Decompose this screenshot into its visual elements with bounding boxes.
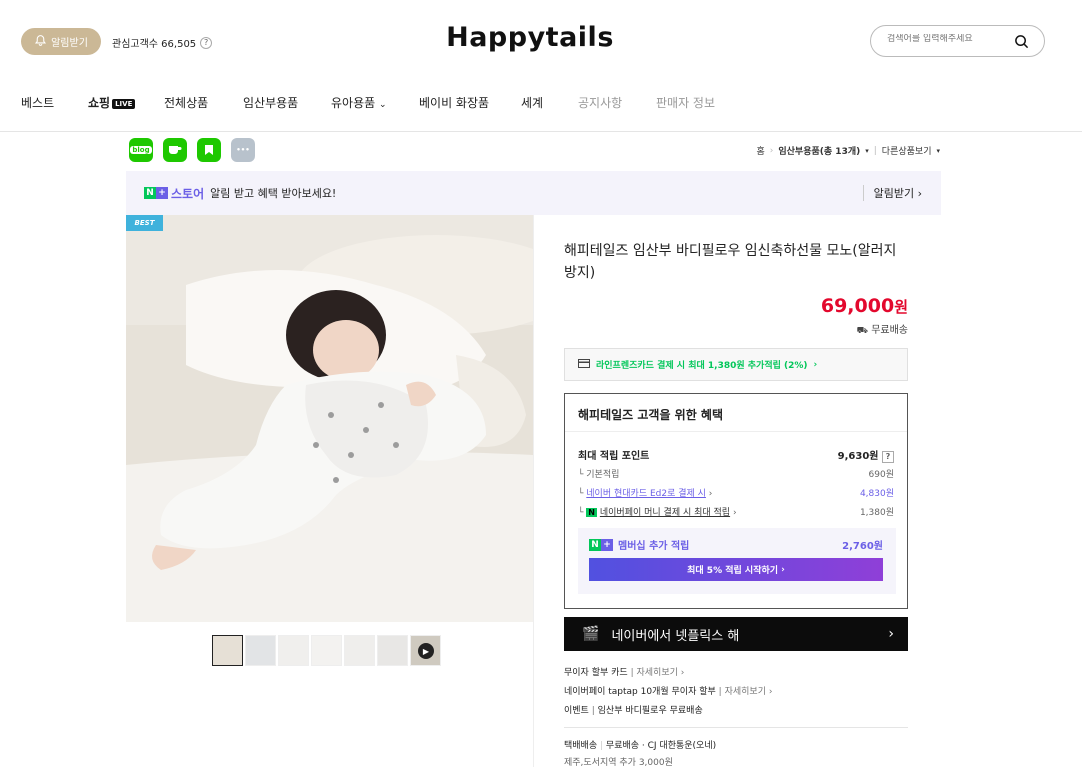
link-row[interactable]: 무이자 할부 카드 | 자세히보기 › (564, 664, 772, 683)
naver-plus-icon: N + (589, 538, 613, 551)
nav-item-best[interactable]: 베스트 (21, 94, 54, 111)
nav-item-shopping-live[interactable]: 쇼핑 LIVE (88, 94, 136, 111)
membership-value: 2,760원 (842, 541, 883, 552)
benefit-row[interactable]: └ 네이버 현대카드 Ed2로 결제 시 › 4,830원 (578, 486, 894, 499)
product-title: 해피테일즈 임산부 바디필로우 임신축하선물 모노(알러지방지) (564, 243, 897, 281)
naver-plus-icon: N + (144, 187, 168, 199)
breadcrumb-separator: › (769, 145, 774, 156)
chevron-right-icon: › (888, 626, 894, 642)
max-points-row: 최대 적립 포인트 9,630원 ? (578, 447, 894, 463)
help-icon[interactable]: ? (200, 36, 213, 49)
best-badge: BEST (126, 215, 163, 231)
thumbnail[interactable] (311, 635, 342, 666)
breadcrumb-other[interactable]: 다른상품보기 (882, 144, 932, 157)
nav-item-maternity[interactable]: 임산부용품 (243, 94, 298, 111)
live-badge: LIVE (112, 98, 136, 109)
nav-item-world[interactable]: 세계 (521, 94, 543, 111)
bell-icon (34, 34, 47, 50)
site-header: 알림받기 관심고객수 66,505 ? Happytails 베스트 쇼핑LIV… (0, 0, 1082, 132)
nav-item-notice[interactable]: 공지사항 (578, 94, 622, 111)
alarm-button[interactable]: 알림받기 (21, 28, 101, 55)
netflix-banner[interactable]: 🎬 네이버에서 넷플릭스 해 › (564, 617, 908, 651)
play-icon: ▶ (418, 643, 434, 659)
help-icon[interactable]: ? (882, 450, 894, 463)
netflix-logo-icon: 🎬 (582, 626, 600, 642)
cafe-share-icon[interactable] (163, 138, 187, 162)
blog-share-icon[interactable]: blog (129, 138, 153, 162)
band-share-icon[interactable] (197, 138, 221, 162)
thumbnail[interactable] (377, 635, 408, 666)
membership-start-button[interactable]: 최대 5% 적립 시작하기 › (589, 558, 883, 581)
more-share-icon[interactable]: ••• (231, 138, 255, 162)
membership-label: 멤버십 추가 적립 (618, 541, 690, 552)
benefit-title: 해피테일즈 고객을 위한 혜택 (565, 394, 907, 432)
video-thumbnail[interactable]: ▶ (410, 635, 441, 666)
link-row[interactable]: 이벤트 | 임산부 바디필로우 무료배송 (564, 702, 772, 721)
banner-brand: 스토어 (171, 186, 205, 201)
search-icon[interactable] (1014, 34, 1029, 53)
alarm-label: 알림받기 (51, 38, 88, 49)
membership-box: N + 멤버십 추가 적립 2,760원 최대 5% 적립 시작하기 › (578, 528, 896, 594)
notify-banner[interactable]: N + 스토어 알림 받고 혜택 받아보세요! 알림받기 › (126, 171, 941, 215)
benefit-links: 무이자 할부 카드 | 자세히보기 › 네이버페이 taptap 10개월 무이… (564, 664, 772, 721)
nav-item-baby[interactable]: 유아용품 ⌄ (331, 94, 387, 111)
product-price: 69,000원 (820, 295, 908, 317)
truck-icon: ⛟ (856, 326, 868, 336)
benefit-row: └ 기본적립 690원 (578, 470, 894, 480)
nav-item-cosmetics[interactable]: 베이비 화장품 (419, 94, 489, 111)
thumbnail[interactable] (212, 635, 243, 666)
caret-down-icon: ▾ (936, 146, 940, 155)
thumbnail-strip: ▶ (212, 635, 441, 666)
search-input[interactable] (887, 34, 1007, 44)
divider (564, 727, 908, 728)
benefit-box: 해피테일즈 고객을 위한 혜택 최대 적립 포인트 9,630원 ? └ 기본적… (564, 393, 908, 609)
chevron-down-icon: ⌄ (379, 100, 387, 110)
breadcrumb-category[interactable]: 임산부용품(총 13개) (778, 144, 860, 157)
card-benefit-link[interactable]: 라인프렌즈카드 결제 시 최대 1,380원 추가적립 (2%) › (564, 348, 908, 381)
nav-item-seller[interactable]: 판매자 정보 (656, 94, 715, 111)
product-main-image[interactable] (126, 215, 533, 622)
search-box[interactable] (870, 25, 1045, 57)
store-logo[interactable]: Happytails (440, 22, 620, 53)
interest-count: 관심고객수 66,505 ? (112, 35, 213, 50)
npay-icon: N (586, 508, 597, 517)
link-row[interactable]: 네이버페이 taptap 10개월 무이자 할부 | 자세히보기 › (564, 683, 772, 702)
thumbnail[interactable] (245, 635, 276, 666)
thumbnail[interactable] (344, 635, 375, 666)
card-icon (578, 358, 590, 371)
thumbnail[interactable] (278, 635, 309, 666)
breadcrumb: 홈 › 임산부용품(총 13개) ▾ | 다른상품보기 ▾ (756, 144, 940, 158)
banner-alarm-link[interactable]: 알림받기 › (862, 185, 922, 201)
shipping-info: ⛟ 무료배송 (856, 325, 908, 336)
banner-text: 알림 받고 혜택 받아보세요! (210, 187, 337, 200)
benefit-row[interactable]: └ N 네이버페이 머니 결제 시 최대 적립 › 1,380원 (578, 505, 894, 518)
nav-item-all[interactable]: 전체상품 (164, 94, 208, 111)
caret-down-icon: ▾ (865, 146, 869, 155)
share-bar: blog ••• (129, 138, 255, 162)
breadcrumb-home[interactable]: 홈 (756, 144, 764, 157)
